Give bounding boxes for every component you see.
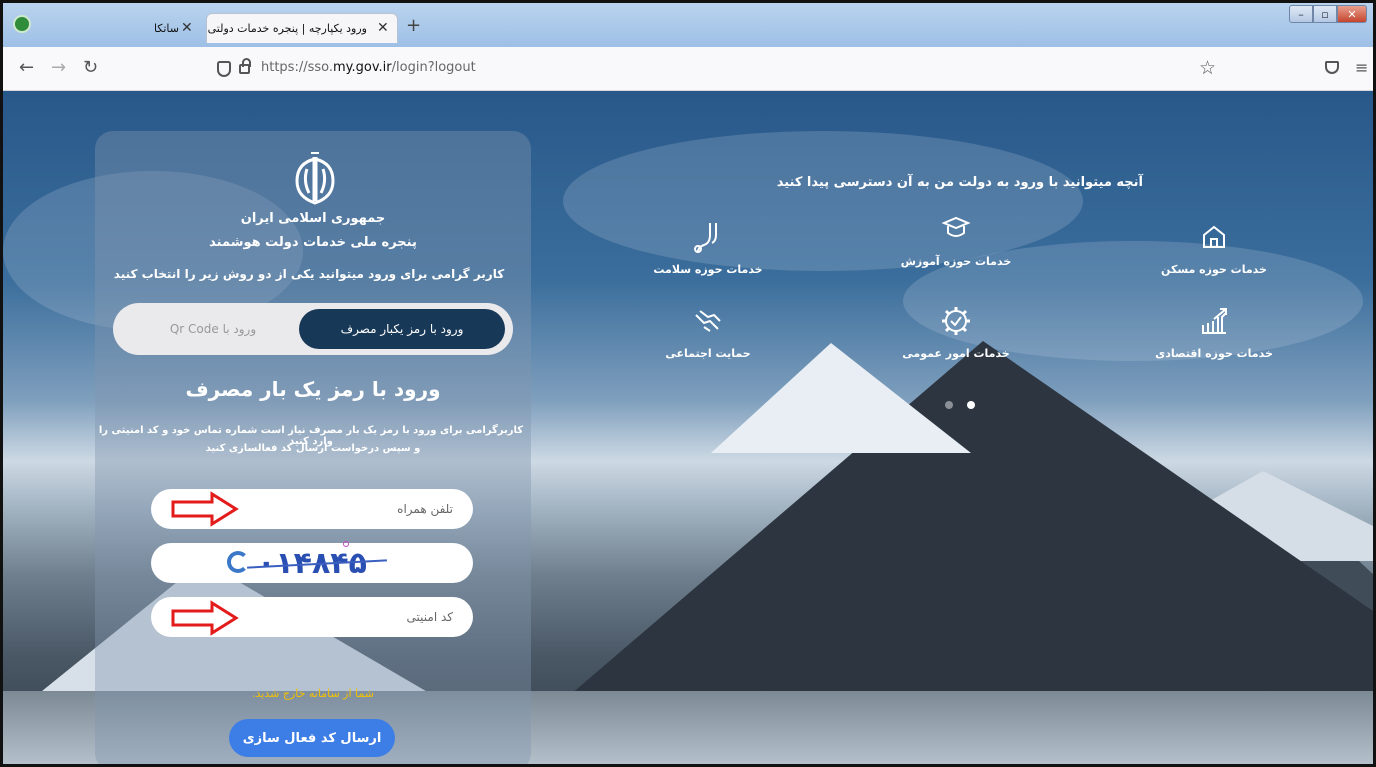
minimize-icon[interactable]: – xyxy=(1289,5,1313,23)
otp-heading: ورود با رمز یک بار مصرف xyxy=(185,377,441,401)
tab-qr-login[interactable]: ورود با Qr Code xyxy=(133,309,293,349)
close-icon[interactable]: ✕ xyxy=(181,21,193,35)
maximize-icon[interactable]: ▫ xyxy=(1313,5,1337,23)
tab-otp-login[interactable]: ورود با رمز یکبار مصرف xyxy=(299,309,505,349)
captcha-refresh-icon[interactable] xyxy=(227,551,249,573)
pocket-icon[interactable] xyxy=(1325,61,1339,74)
service-label: حمایت اجتماعی xyxy=(665,347,751,360)
service-public-affairs[interactable]: خدمات امور عمومی xyxy=(871,303,1041,360)
chart-growth-icon xyxy=(1202,308,1227,334)
annotation-arrow-icon xyxy=(171,600,239,636)
service-label: خدمات حوزه مسکن xyxy=(1161,263,1267,276)
annotation-arrow-icon xyxy=(171,491,239,527)
tab-satka[interactable]: ساتکا ✕ xyxy=(103,13,203,43)
gear-check-icon xyxy=(942,307,970,335)
tab-label: ساتکا xyxy=(153,21,179,35)
gov-name: جمهوری اسلامی ایران xyxy=(240,211,386,226)
captcha-noise-dot xyxy=(343,541,349,547)
back-arrow-icon[interactable]: ← xyxy=(19,59,34,77)
lock-icon[interactable] xyxy=(239,58,251,74)
close-icon[interactable]: ✕ xyxy=(377,21,389,35)
window-controls: – ▫ ✕ xyxy=(1289,5,1367,25)
service-social-support[interactable]: حمایت اجتماعی xyxy=(623,303,793,360)
url-path: /login?logout xyxy=(391,60,476,75)
gov-subtitle: پنجره ملی خدمات دولت هوشمند xyxy=(209,235,417,250)
login-panel: جمهوری اسلامی ایران پنجره ملی خدمات دولت… xyxy=(95,131,531,764)
login-method-switch: ورود با رمز یکبار مصرف ورود با Qr Code xyxy=(113,303,513,355)
otp-description: و سپس درخواست ارسال کد فعالسازی کنید xyxy=(205,443,421,454)
stethoscope-icon xyxy=(694,223,717,253)
service-label: خدمات حوزه آموزش xyxy=(900,255,1012,268)
service-health[interactable]: خدمات حوزه سلامت xyxy=(623,219,793,276)
close-window-icon[interactable]: ✕ xyxy=(1337,5,1367,23)
service-education[interactable]: خدمات حوزه آموزش xyxy=(871,211,1041,268)
graduation-cap-icon xyxy=(941,216,971,237)
home-icon xyxy=(1203,225,1225,248)
iran-emblem-icon xyxy=(295,152,335,205)
browser-titlebar: ساتکا ✕ ورود یکپارچه | پنجره خدمات دولتی… xyxy=(3,3,1373,47)
shield-icon[interactable] xyxy=(217,61,231,77)
captcha-image: ۰۱۴۸۴۵ xyxy=(151,541,473,583)
screen: ساتکا ✕ ورود یکپارچه | پنجره خدمات دولتی… xyxy=(0,0,1376,767)
send-activation-code-button[interactable]: ارسال کد فعال سازی xyxy=(229,719,395,757)
url-host: my.gov.ir xyxy=(333,60,392,75)
new-tab-plus-icon[interactable]: + xyxy=(406,17,421,35)
page-background: آنچه میتوانید با ورود به دولت من به آن د… xyxy=(3,91,1373,764)
tab-sso-login[interactable]: ورود یکپارچه | پنجره خدمات دولتی ✕ xyxy=(206,13,398,43)
app-logo-icon xyxy=(13,15,31,33)
forward-arrow-icon[interactable]: → xyxy=(51,59,66,77)
service-label: خدمات امور عمومی xyxy=(902,347,1010,360)
choose-method-text: کاربر گرامی برای ورود میتوانید یکی از دو… xyxy=(113,267,505,281)
carousel-dot-active[interactable] xyxy=(967,401,975,409)
reload-icon[interactable]: ↻ xyxy=(83,59,98,77)
browser-toolbar: ← → ↻ https://sso.my.gov.ir/login?logout… xyxy=(3,47,1373,91)
url-prefix: https://sso. xyxy=(261,60,334,75)
tab-label: ورود یکپارچه | پنجره خدمات دولتی xyxy=(207,22,367,35)
bookmark-star-icon[interactable]: ☆ xyxy=(1199,57,1216,79)
carousel-dot[interactable] xyxy=(945,401,953,409)
service-label: خدمات حوزه اقتصادی xyxy=(1155,347,1273,360)
services-heading: آنچه میتوانید با ورود به دولت من به آن د… xyxy=(776,175,1143,190)
service-housing[interactable]: خدمات حوزه مسکن xyxy=(1129,219,1299,276)
hamburger-menu-icon[interactable]: ≡ xyxy=(1355,58,1368,77)
service-economy[interactable]: خدمات حوزه اقتصادی xyxy=(1129,303,1299,360)
logout-message: شما از سامانه خارج شدید. xyxy=(252,687,374,700)
address-bar[interactable]: https://sso.my.gov.ir/login?logout xyxy=(261,60,476,75)
service-label: خدمات حوزه سلامت xyxy=(653,263,763,276)
helping-hands-icon xyxy=(695,310,721,332)
